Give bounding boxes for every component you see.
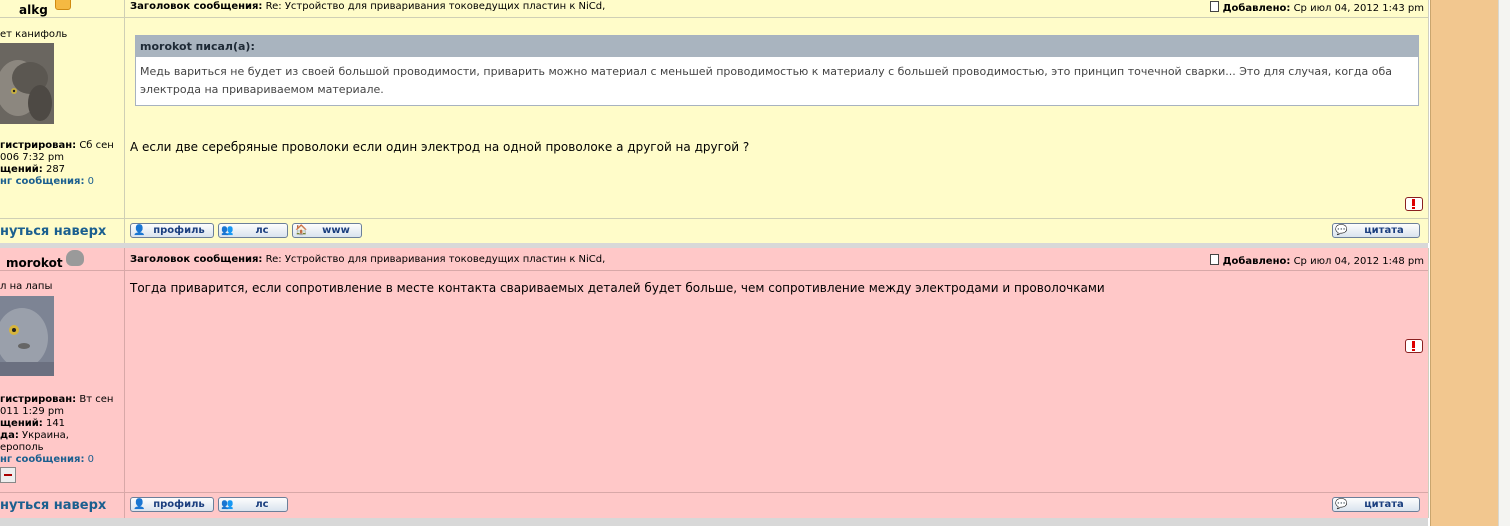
subject-label: Заголовок сообщения: <box>130 254 263 265</box>
post-morokot: morokot л на лапы гистрирован: Вт сен 01… <box>0 248 1429 518</box>
location-label: да: <box>0 430 19 441</box>
profile-icon: 👤 <box>133 499 146 510</box>
user-info: гистрирован: Вт сен 011 1:29 pm щений: 1… <box>0 394 124 466</box>
registered-label: гистрирован: <box>0 394 77 405</box>
added-label: Добавлено: <box>1222 256 1291 267</box>
footer-divider <box>0 218 1428 219</box>
online-status-icon <box>55 0 71 10</box>
user-info: гистрирован: Сб сен 006 7:32 pm щений: 2… <box>0 140 124 188</box>
profile-button[interactable]: 👤 профиль <box>130 497 214 512</box>
location-city: ерополь <box>0 442 44 453</box>
user-rank: ет канифоль <box>0 29 68 40</box>
registered-date: 006 7:32 pm <box>0 152 64 163</box>
profile-icon: 👤 <box>133 225 146 236</box>
added-label: Добавлено: <box>1222 3 1291 14</box>
post-date: Добавлено: Ср июл 04, 2012 1:43 pm <box>1210 1 1424 14</box>
messages-count: 141 <box>45 418 66 429</box>
subject-label: Заголовок сообщения: <box>130 1 263 12</box>
subject-value: Re: Устройство для приваривания токоведу… <box>265 254 606 265</box>
user-rank: л на лапы <box>0 281 53 292</box>
post-author[interactable]: alkg <box>19 3 48 17</box>
quote-text: Медь вариться не будет из своей большой … <box>140 65 1392 96</box>
location-value: Украина, <box>22 430 69 441</box>
post-subject: Заголовок сообщения: Re: Устройство для … <box>130 254 605 265</box>
column-divider <box>124 0 125 243</box>
avatar <box>0 43 54 124</box>
pm-icon: 👥 <box>221 225 234 236</box>
post-author[interactable]: morokot <box>6 256 63 270</box>
post-message: Тогда приварится, если сопротивление в м… <box>130 281 1105 295</box>
quote-block: morokot писал(а): Медь вариться не будет… <box>135 35 1419 106</box>
rating-label[interactable]: нг сообщения: <box>0 454 84 465</box>
header-divider <box>0 270 1428 271</box>
profile-button[interactable]: 👤 профиль <box>130 223 214 238</box>
registered-value: Сб сен <box>79 140 114 151</box>
www-button[interactable]: 🏠 www <box>292 223 362 238</box>
quote-button[interactable]: 💬 цитата <box>1332 223 1420 238</box>
back-to-top-link[interactable]: нуться наверх <box>0 498 106 513</box>
subject-value: Re: Устройство для приваривания токоведу… <box>265 1 606 12</box>
messages-label: щений: <box>0 164 43 175</box>
rating-minus-button[interactable] <box>0 467 16 483</box>
offline-status-icon <box>66 250 84 266</box>
added-value: Ср июл 04, 2012 1:43 pm <box>1293 3 1424 14</box>
home-icon: 🏠 <box>295 225 308 236</box>
footer-divider <box>0 492 1428 493</box>
post-date: Добавлено: Ср июл 04, 2012 1:48 pm <box>1210 254 1424 267</box>
post-link-icon[interactable] <box>1210 1 1220 12</box>
report-icon[interactable] <box>1405 197 1423 211</box>
post-subject: Заголовок сообщения: Re: Устройство для … <box>130 1 605 12</box>
post-separator <box>0 518 1428 526</box>
messages-count: 287 <box>45 164 66 175</box>
rating-value: 0 <box>87 454 95 465</box>
pm-icon: 👥 <box>221 499 234 510</box>
added-value: Ср июл 04, 2012 1:48 pm <box>1293 256 1424 267</box>
pm-button[interactable]: 👥 лс <box>218 497 288 512</box>
registered-date: 011 1:29 pm <box>0 406 64 417</box>
rating-value: 0 <box>87 176 95 187</box>
registered-label: гистрирован: <box>0 140 77 151</box>
quote-author: morokot писал(а): <box>136 36 1418 57</box>
avatar <box>0 296 54 376</box>
report-icon[interactable] <box>1405 339 1423 353</box>
registered-value: Вт сен <box>79 394 114 405</box>
pm-button[interactable]: 👥 лс <box>218 223 288 238</box>
scrollbar[interactable] <box>1498 0 1510 526</box>
forum-thread: alkg ет канифоль гистрирован: Сб сен 006… <box>0 0 1430 526</box>
quote-icon: 💬 <box>1335 499 1348 510</box>
post-alkg: alkg ет канифоль гистрирован: Сб сен 006… <box>0 0 1429 243</box>
post-message: А если две серебряные проволоки если оди… <box>130 140 750 154</box>
quote-button[interactable]: 💬 цитата <box>1332 497 1420 512</box>
back-to-top-link[interactable]: нуться наверх <box>0 224 106 239</box>
header-divider <box>0 17 1428 18</box>
column-divider <box>124 248 125 518</box>
rating-label[interactable]: нг сообщения: <box>0 176 84 187</box>
post-link-icon[interactable] <box>1210 254 1220 265</box>
page-side-panel <box>1430 0 1499 526</box>
messages-label: щений: <box>0 418 43 429</box>
quote-icon: 💬 <box>1335 225 1348 236</box>
